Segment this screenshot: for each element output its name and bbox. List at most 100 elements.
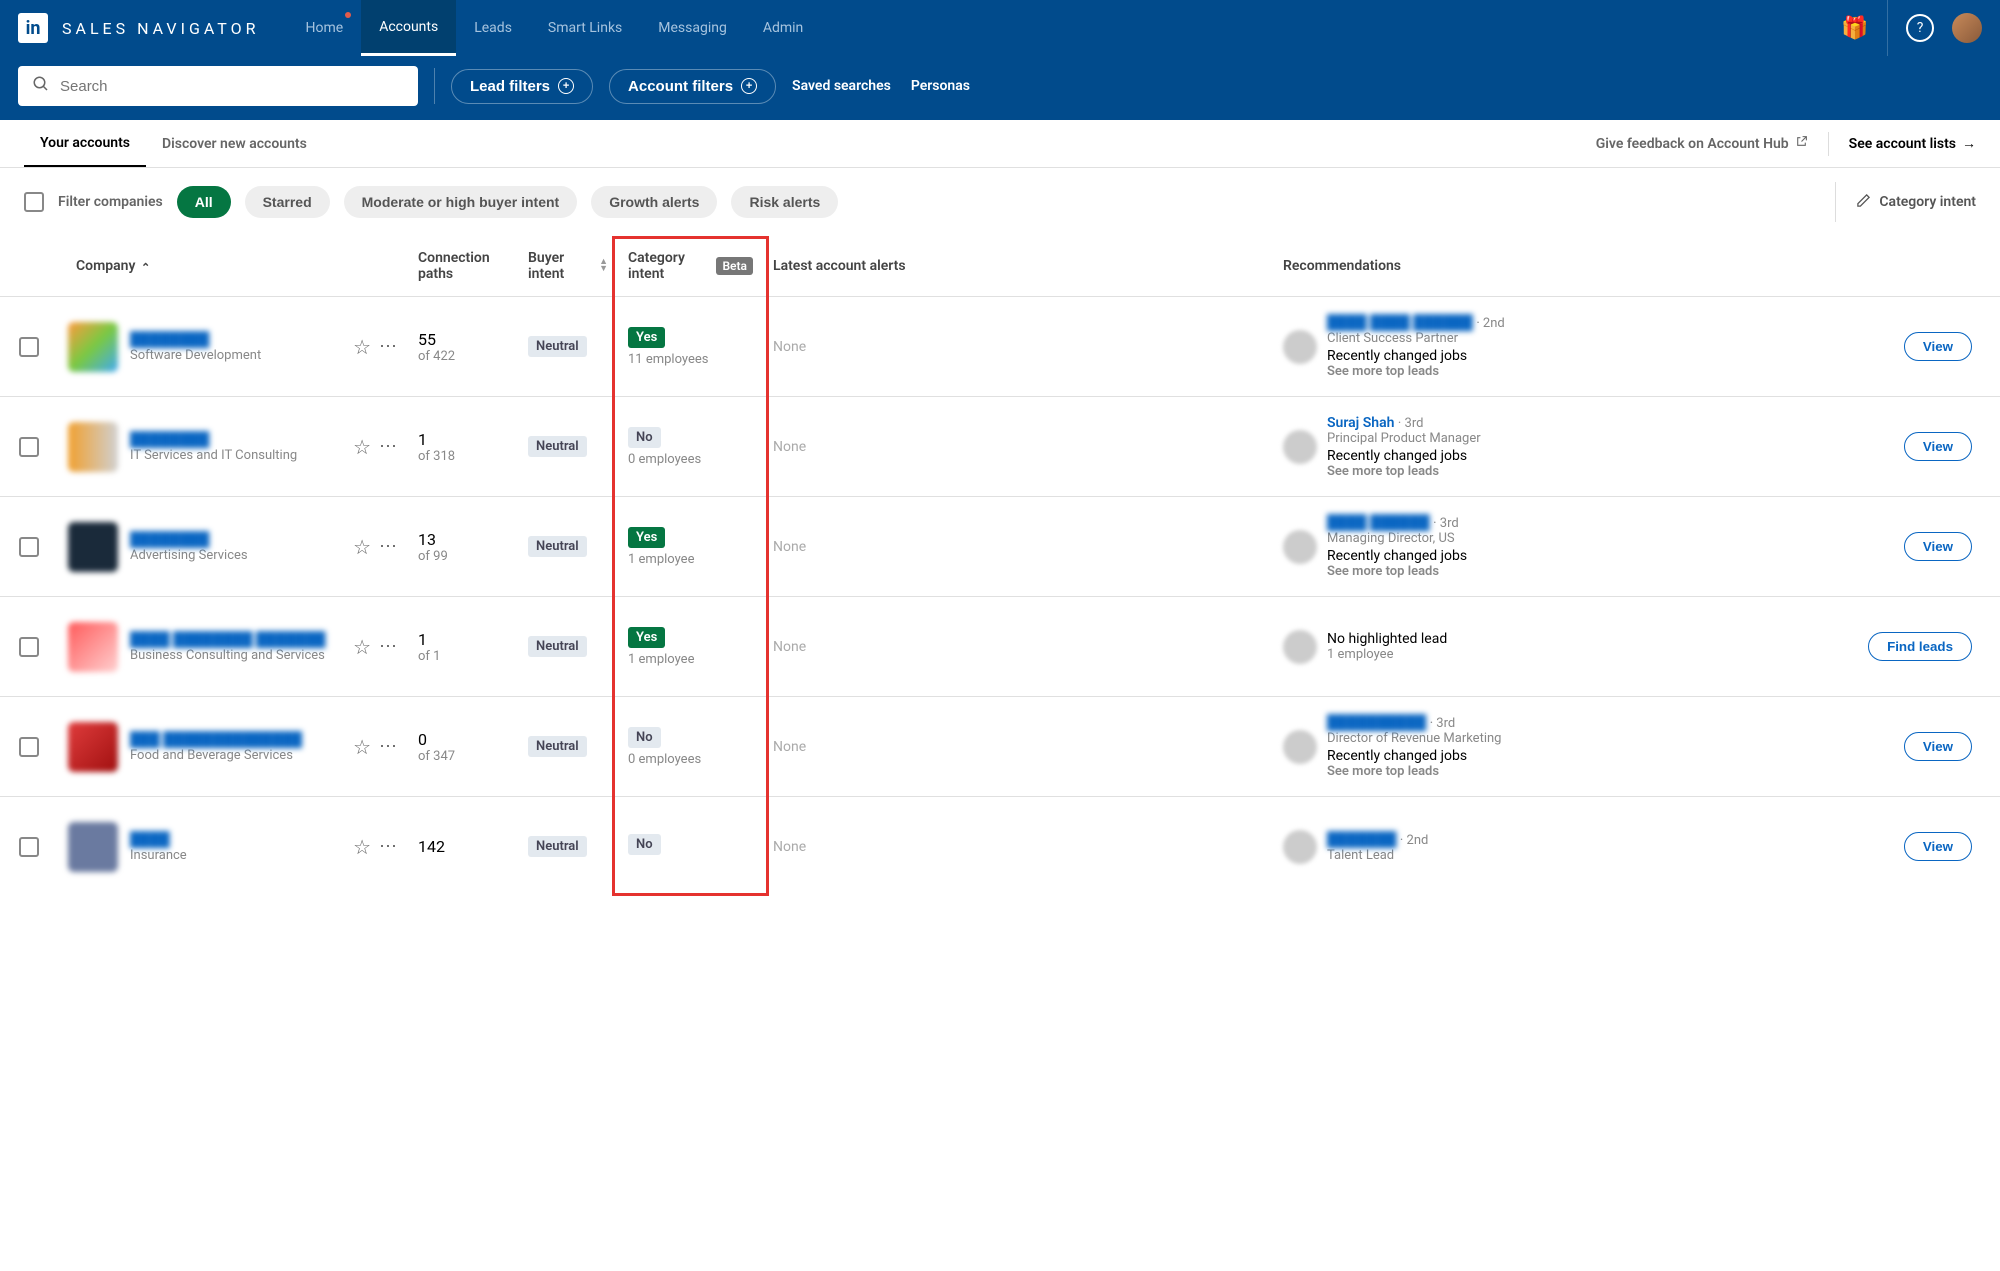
company-name[interactable]: ████ [130, 831, 187, 848]
tab-discover[interactable]: Discover new accounts [146, 120, 323, 167]
find-leads-button[interactable]: Find leads [1868, 632, 1972, 661]
rec-name[interactable]: ████ ████ ██████ [1327, 315, 1473, 331]
col-company[interactable]: Company ⌄ [58, 258, 408, 274]
personas-link[interactable]: Personas [911, 78, 970, 94]
buyer-intent-badge: Neutral [528, 436, 587, 457]
table-header: Company ⌄ Connection paths Buyer intent … [0, 236, 2000, 296]
rec-more-link[interactable]: See more top leads [1327, 464, 1894, 479]
search-input[interactable] [60, 78, 404, 95]
rec-name[interactable]: ███████ [1327, 832, 1396, 848]
star-icon[interactable]: ☆ [353, 435, 371, 459]
row-checkbox[interactable] [19, 837, 39, 857]
view-button[interactable]: View [1904, 832, 1972, 861]
external-link-icon [1795, 135, 1808, 152]
rec-more-link[interactable]: See more top leads [1327, 564, 1894, 579]
sub-divider [1828, 132, 1829, 156]
rec-name[interactable]: ██████████ [1327, 715, 1426, 731]
company-name[interactable]: ████████ [130, 531, 248, 548]
linkedin-logo[interactable]: in [18, 13, 48, 43]
view-button[interactable]: View [1904, 532, 1972, 561]
rec-more-link[interactable]: See more top leads [1327, 364, 1894, 379]
user-avatar[interactable] [1952, 13, 1982, 43]
select-all-checkbox[interactable] [24, 192, 44, 212]
company-name[interactable]: ████ ████████ ███████ [130, 631, 325, 648]
row-checkbox[interactable] [19, 637, 39, 657]
rec-title: Client Success Partner [1327, 331, 1894, 346]
company-name[interactable]: ███ ██████████████ [130, 731, 302, 748]
nav-divider [1887, 0, 1888, 56]
feedback-link[interactable]: Give feedback on Account Hub [1596, 135, 1808, 152]
star-icon[interactable]: ☆ [353, 535, 371, 559]
rec-change: Recently changed jobs [1327, 548, 1894, 564]
row-checkbox[interactable] [19, 337, 39, 357]
tab-your-accounts[interactable]: Your accounts [24, 120, 146, 167]
category-intent-sub: 0 employees [628, 452, 753, 467]
rec-avatar [1283, 730, 1317, 764]
connection-total: of 99 [418, 549, 508, 564]
lead-filters-button[interactable]: Lead filters + [451, 69, 593, 104]
rec-degree: · 3rd [1433, 516, 1459, 531]
nav-home[interactable]: Home [288, 0, 362, 56]
nav-smart-links[interactable]: Smart Links [530, 0, 640, 56]
rec-name[interactable]: ████ ██████ [1327, 515, 1430, 531]
row-checkbox[interactable] [19, 437, 39, 457]
buyer-intent-badge: Neutral [528, 636, 587, 657]
company-name[interactable]: ████████ [130, 331, 261, 348]
category-intent-sub: 1 employee [628, 552, 753, 567]
rec-name[interactable]: No highlighted lead [1327, 631, 1447, 647]
plus-icon: + [558, 78, 574, 94]
company-name[interactable]: ████████ [130, 431, 297, 448]
nav-messaging[interactable]: Messaging [640, 0, 745, 56]
more-icon[interactable]: ⋯ [379, 536, 398, 557]
view-button[interactable]: View [1904, 432, 1972, 461]
brand-name: SALES NAVIGATOR [62, 19, 260, 38]
buyer-intent-cell: Neutral [518, 336, 618, 357]
alert-value: None [773, 539, 806, 555]
col-connection[interactable]: Connection paths [408, 250, 518, 282]
star-icon[interactable]: ☆ [353, 735, 371, 759]
category-intent-badge: Yes [628, 327, 665, 348]
help-icon[interactable]: ? [1906, 14, 1934, 42]
alert-value: None [773, 739, 806, 755]
more-icon[interactable]: ⋯ [379, 636, 398, 657]
more-icon[interactable]: ⋯ [379, 436, 398, 457]
category-intent-button[interactable]: Category intent [1835, 182, 1976, 222]
view-button[interactable]: View [1904, 732, 1972, 761]
category-intent-cell: Yes 1 employee [618, 627, 763, 667]
arrow-right-icon: → [1962, 135, 1976, 152]
col-buyer-intent[interactable]: Buyer intent ▲▼ [518, 250, 618, 282]
nav-accounts[interactable]: Accounts [361, 0, 456, 56]
chip-risk[interactable]: Risk alerts [731, 186, 838, 218]
col-alerts[interactable]: Latest account alerts [763, 258, 923, 274]
view-button[interactable]: View [1904, 332, 1972, 361]
rec-name[interactable]: Suraj Shah [1327, 415, 1394, 431]
row-checkbox[interactable] [19, 737, 39, 757]
company-logo [68, 822, 118, 872]
recommendation-cell: ███████ · 2nd Talent Lead View [1273, 830, 2000, 864]
chip-growth[interactable]: Growth alerts [591, 186, 717, 218]
nav-leads[interactable]: Leads [456, 0, 530, 56]
account-filters-button[interactable]: Account filters + [609, 69, 776, 104]
category-intent-badge: No [628, 727, 661, 748]
row-checkbox[interactable] [19, 537, 39, 557]
chip-all[interactable]: All [177, 186, 231, 218]
rec-more-link[interactable]: See more top leads [1327, 764, 1894, 779]
company-cell: ████████ IT Services and IT Consulting ☆… [58, 422, 408, 472]
gift-icon[interactable]: 🎁 [1841, 14, 1869, 42]
star-icon[interactable]: ☆ [353, 835, 371, 859]
star-icon[interactable]: ☆ [353, 335, 371, 359]
chip-buyer-intent[interactable]: Moderate or high buyer intent [344, 186, 578, 218]
more-icon[interactable]: ⋯ [379, 336, 398, 357]
more-icon[interactable]: ⋯ [379, 736, 398, 757]
star-icon[interactable]: ☆ [353, 635, 371, 659]
chip-starred[interactable]: Starred [245, 186, 330, 218]
more-icon[interactable]: ⋯ [379, 836, 398, 857]
category-intent-cell: Yes 1 employee [618, 527, 763, 567]
alerts-cell: None [763, 539, 923, 555]
see-account-lists-link[interactable]: See account lists → [1849, 135, 1976, 152]
search-box[interactable] [18, 66, 418, 106]
col-category-intent[interactable]: Category intent Beta [618, 250, 763, 282]
saved-searches-link[interactable]: Saved searches [792, 78, 891, 94]
category-intent-sub: 0 employees [628, 752, 753, 767]
nav-admin[interactable]: Admin [745, 0, 821, 56]
